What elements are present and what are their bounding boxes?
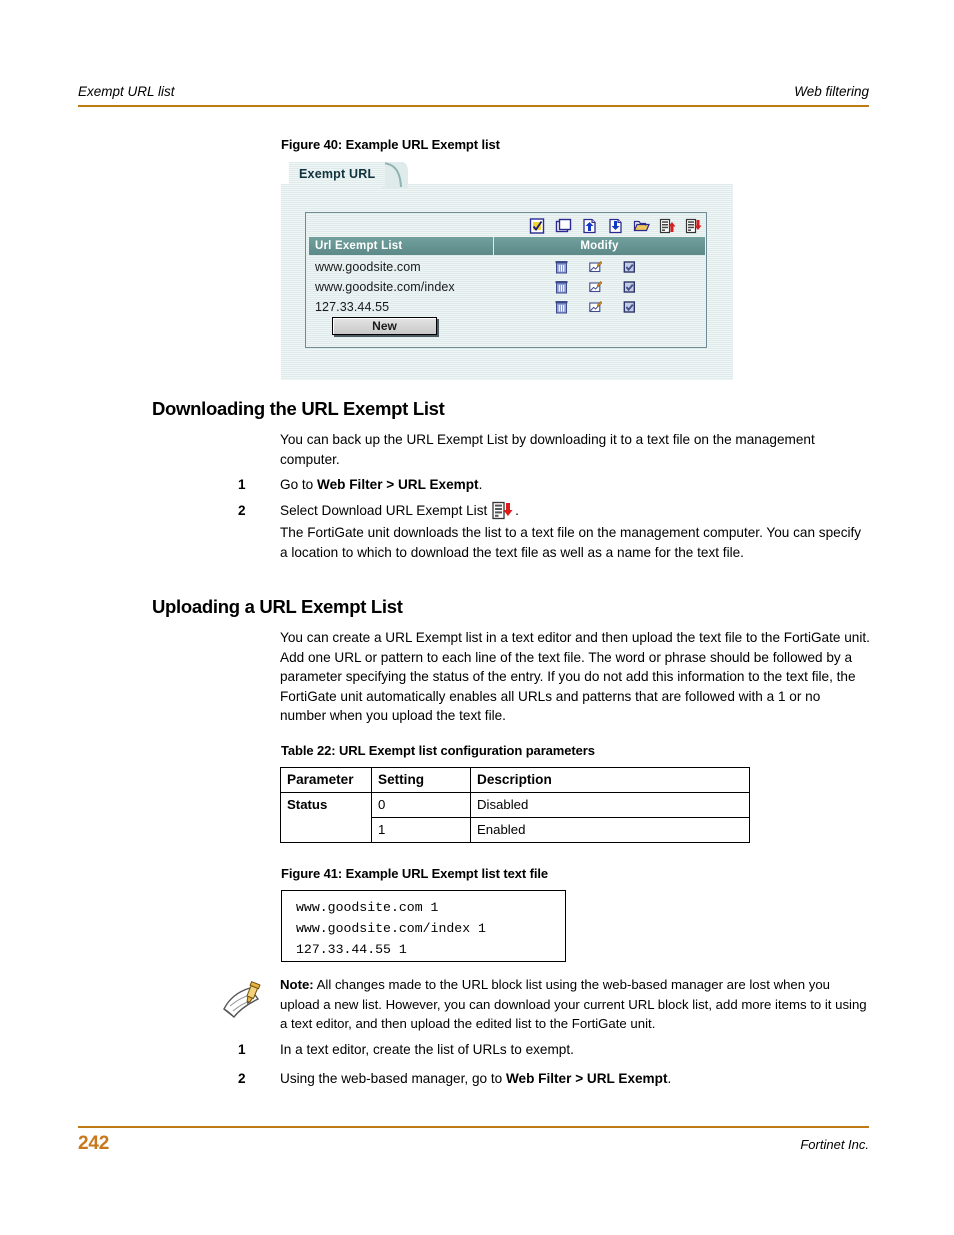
tab-exempt-url-label: Exempt URL: [299, 167, 376, 181]
delete-icon[interactable]: [555, 260, 568, 274]
cell-description: Disabled: [470, 792, 750, 818]
table-22-col-description: Description: [470, 767, 750, 793]
note-block: Note: All changes made to the URL block …: [280, 975, 870, 1034]
step-number: 2: [238, 503, 246, 518]
cell-setting: 0: [371, 792, 471, 818]
table-22-col-parameter: Parameter: [280, 767, 372, 793]
download-list-icon[interactable]: [685, 218, 702, 234]
download-intro-paragraph: You can back up the URL Exempt List by d…: [280, 432, 815, 467]
panel-toolbar: [529, 216, 702, 236]
new-button[interactable]: New: [332, 317, 437, 335]
row-actions: [555, 260, 705, 274]
upload-step-1: 1 In a text editor, create the list of U…: [238, 1040, 870, 1060]
code-line: www.goodsite.com 1: [296, 900, 439, 915]
step-2-detail: The FortiGate unit downloads the list to…: [280, 525, 862, 560]
table-22-col-setting: Setting: [371, 767, 471, 793]
step-text-pre: Select Download URL Exempt List: [280, 503, 492, 518]
download-page-icon[interactable]: [607, 218, 624, 234]
header-right-text: Web filtering: [794, 84, 869, 99]
step-text-bold: Web Filter > URL Exempt: [505, 1071, 668, 1086]
footer-right-text: Fortinet Inc.: [800, 1137, 869, 1152]
upload-page-icon[interactable]: [581, 218, 598, 234]
running-footer: 242 Fortinet Inc.: [78, 1133, 869, 1155]
enabled-checkbox[interactable]: [623, 300, 636, 314]
table-22-caption: Table 22: URL Exempt list configuration …: [281, 743, 595, 758]
heading-downloading-url-exempt-list: Downloading the URL Exempt List: [152, 398, 445, 419]
download-list-icon: [492, 501, 513, 520]
header-left-text: Exempt URL list: [78, 84, 175, 99]
step-text-post: .: [515, 503, 519, 518]
new-button-label: New: [372, 319, 397, 333]
step-number: 1: [238, 477, 246, 492]
step-text: Using the web-based manager, go to Web F…: [280, 1069, 870, 1089]
cell-parameter: Status: [280, 792, 372, 843]
copy-icon[interactable]: [555, 218, 572, 234]
figure-41-text-file: www.goodsite.com 1 www.goodsite.com/inde…: [281, 890, 566, 962]
step-text-post: .: [478, 477, 483, 492]
table-header-row: Url Exempt List Modify: [309, 237, 705, 255]
note-label: Note:: [280, 977, 314, 992]
row-actions: [555, 300, 705, 314]
row-url-text: www.goodsite.com/index: [315, 280, 455, 294]
enabled-checkbox[interactable]: [623, 260, 636, 274]
note-text: All changes made to the URL block list u…: [280, 977, 867, 1031]
column-header-modify: Modify: [580, 240, 619, 252]
row-actions: [555, 280, 705, 294]
step-text-pre: In a text editor, create the list of URL…: [280, 1042, 574, 1057]
table-row[interactable]: www.goodsite.com/index: [309, 277, 705, 297]
upload-step-2: 2 Using the web-based manager, go to Web…: [238, 1069, 870, 1089]
table-row[interactable]: www.goodsite.com: [309, 257, 705, 277]
step-number: 1: [238, 1042, 246, 1057]
row-url-text: 127.33.44.55: [315, 300, 390, 314]
table-row: Status 0 Disabled: [280, 792, 750, 843]
upload-list-icon[interactable]: [659, 218, 676, 234]
delete-icon[interactable]: [555, 300, 568, 314]
cell-setting: 1: [371, 817, 471, 843]
step-text-pre: Using the web-based manager, go to: [280, 1071, 506, 1086]
open-folder-icon[interactable]: [633, 218, 650, 234]
download-step-1: 1 Go to Web Filter > URL Exempt.: [238, 475, 870, 495]
step-text-pre: Go to: [280, 477, 318, 492]
cell-description: Enabled: [470, 817, 750, 843]
step-text-bold: Web Filter > URL Exempt: [317, 477, 479, 492]
enabled-checkbox[interactable]: [623, 280, 636, 294]
heading-uploading-url-exempt-list: Uploading a URL Exempt List: [152, 596, 403, 617]
page-number: 242: [78, 1133, 110, 1154]
table-row[interactable]: 127.33.44.55: [309, 297, 705, 317]
column-header-url-exempt-list: Url Exempt List: [315, 240, 403, 252]
code-line: www.goodsite.com/index 1: [296, 921, 486, 936]
edit-icon[interactable]: [589, 280, 602, 294]
tab-curve-decoration: [382, 162, 408, 188]
delete-icon[interactable]: [555, 280, 568, 294]
table-22-header-row: Parameter Setting Description: [280, 767, 750, 793]
header-divider: [78, 105, 869, 107]
edit-document-icon[interactable]: [529, 218, 546, 234]
step-number: 2: [238, 1071, 246, 1086]
figure-40-caption: Figure 40: Example URL Exempt list: [281, 137, 500, 152]
figure-40-image: Exempt URL Url Exempt List Modify www.go…: [281, 162, 733, 380]
running-header: Exempt URL list Web filtering: [78, 84, 869, 99]
download-step-2: 2 Select Download URL Exempt List . The …: [238, 501, 870, 562]
edit-icon[interactable]: [589, 300, 602, 314]
step-text: Select Download URL Exempt List . The Fo…: [280, 501, 870, 562]
code-line: 127.33.44.55 1: [296, 942, 407, 957]
figure-41-caption: Figure 41: Example URL Exempt list text …: [281, 866, 548, 881]
tab-exempt-url[interactable]: Exempt URL: [289, 162, 386, 186]
url-exempt-panel: Url Exempt List Modify www.goodsite.com: [305, 212, 707, 348]
table-22-url-exempt-parameters: Parameter Setting Description Status 0 D…: [280, 767, 750, 843]
step-text: In a text editor, create the list of URL…: [280, 1040, 870, 1060]
step-text: Go to Web Filter > URL Exempt.: [280, 475, 870, 495]
step-text-post: .: [667, 1071, 672, 1086]
document-page: Exempt URL list Web filtering Figure 40:…: [0, 0, 954, 1235]
footer-divider: [78, 1126, 869, 1128]
note-pencil-icon: [223, 980, 261, 1018]
edit-icon[interactable]: [589, 260, 602, 274]
upload-intro-paragraph: You can create a URL Exempt list in a te…: [280, 630, 870, 723]
row-url-text: www.goodsite.com: [315, 260, 421, 274]
